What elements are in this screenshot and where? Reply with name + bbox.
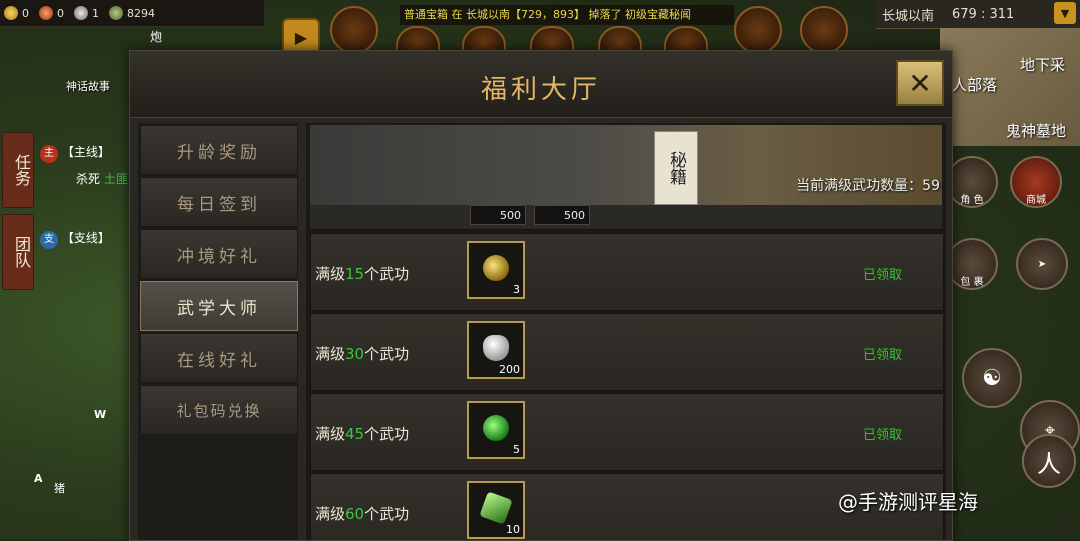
max-level-skill-count: 当前满级武功数量：59 [796, 178, 940, 194]
item-slot[interactable]: 500 [534, 205, 590, 225]
item-slot[interactable]: 500 [470, 205, 526, 225]
tab-online-gift[interactable]: 在线好礼 [140, 333, 298, 383]
martial-banner: 秘籍 当前满级武功数量：59 [310, 125, 942, 205]
item-slot[interactable]: 3 [467, 241, 525, 299]
close-button[interactable]: ✕ [896, 60, 944, 106]
meditate-icon[interactable]: ☯ [962, 348, 1022, 408]
close-icon: ✕ [908, 66, 932, 100]
tab-team[interactable]: 团队 [2, 214, 34, 290]
tab-martial-master[interactable]: 武学大师 [140, 281, 298, 331]
character-portrait-icon[interactable] [330, 6, 378, 54]
claimed-status: 已领取 [863, 268, 903, 283]
green-crystal-icon [479, 491, 513, 525]
tab-quest[interactable]: 任务 [2, 132, 34, 208]
map-marker-a: A [34, 472, 43, 485]
secret-book-scroll: 秘籍 [654, 131, 698, 205]
role-icon[interactable]: 角 色 [946, 156, 998, 208]
reward-condition: 满级30个武功 [315, 345, 410, 363]
bag-button-icon[interactable]: 包 裹 [946, 238, 998, 290]
map-coords: 679 : 311 [952, 6, 1015, 22]
welfare-hall-dialog: 福利大厅 ✕ 升龄奖励 每日签到 冲境好礼 武学大师 在线好礼 礼包码兑换 秘籍… [129, 50, 953, 541]
reward-condition: 满级15个武功 [315, 265, 410, 283]
map-name: 长城以南 [882, 8, 935, 24]
claimed-status: 已领取 [863, 428, 903, 443]
minimap[interactable]: 地下采 人部落 鬼神墓地 [940, 28, 1080, 146]
resource-silver: 1 [74, 6, 99, 20]
map-marker-w: W [94, 408, 107, 421]
tab-daily-signin[interactable]: 每日签到 [140, 177, 298, 227]
item-slot[interactable]: 10 [467, 481, 525, 539]
system-notice: 普通宝箱 在 长城以南【729，893】 掉落了 初级宝藏秘闻 [400, 5, 734, 25]
reward-condition: 满级60个武功 [315, 505, 410, 523]
tab-level-reward[interactable]: 升龄奖励 [140, 125, 298, 175]
minimap-label: 地下采 [1020, 56, 1066, 74]
reward-condition: 满级45个武功 [315, 425, 410, 443]
dialog-header: 福利大厅 ✕ [130, 51, 952, 118]
auto-walk-icon[interactable]: 人 [1022, 434, 1076, 488]
gold-ingot-event-icon[interactable] [734, 6, 782, 54]
tab-realm-gift[interactable]: 冲境好礼 [140, 229, 298, 279]
welfare-sidebar: 升龄奖励 每日签到 冲境好礼 武学大师 在线好礼 礼包码兑换 [138, 123, 298, 540]
green-orb-icon [483, 415, 509, 441]
gold-ingot-icon [4, 6, 18, 20]
main-quest-badge: 主 [40, 145, 58, 163]
direction-arrow-icon[interactable]: ➤ [1016, 238, 1068, 290]
white-vase-icon [483, 335, 509, 361]
gift-box-icon[interactable] [800, 6, 848, 54]
claimed-status: 已领取 [863, 348, 903, 363]
quest-main-detail[interactable]: 杀死 土匪 [76, 170, 128, 187]
npc-name[interactable]: 神话故事 [66, 78, 110, 94]
npc-tag: 炮 [150, 30, 163, 44]
reward-row: 满级15个武功 3 已领取 [310, 233, 944, 311]
reward-row-partial: 500 500 [310, 205, 942, 230]
resource-bag: 8294 [109, 6, 155, 20]
quest-side[interactable]: 支 【支线】 [40, 229, 110, 249]
resource-bar: 0 0 1 8294 [0, 0, 264, 27]
dialog-title: 福利大厅 [480, 75, 601, 105]
silver-coin-icon [74, 6, 88, 20]
map-marker-pig: 猪 [54, 482, 65, 495]
quest-tabs: 任务 团队 [2, 132, 34, 296]
reward-list[interactable]: 秘籍 当前满级武功数量：59 500 500 满级15个武功 3 已领取 满级3… [306, 123, 946, 540]
bag-icon [109, 6, 123, 20]
side-quest-badge: 支 [40, 231, 58, 249]
reward-row: 满级30个武功 200 已领取 [310, 313, 944, 391]
tab-gift-code[interactable]: 礼包码兑换 [140, 385, 298, 435]
shop-icon[interactable]: 商城 [1010, 156, 1062, 208]
reward-row: 满级45个武功 5 已领取 [310, 393, 944, 471]
map-dropdown-icon[interactable]: ▼ [1054, 2, 1076, 24]
item-slot[interactable]: 5 [467, 401, 525, 459]
minimap-label: 鬼神墓地 [1006, 122, 1067, 140]
quest-main[interactable]: 主 【主线】 [40, 143, 110, 163]
gold-orb-icon [483, 255, 509, 281]
watermark: @手游测评星海 [838, 490, 978, 514]
red-coin-icon [39, 6, 53, 20]
item-slot[interactable]: 200 [467, 321, 525, 379]
resource-gold: 0 [4, 6, 29, 20]
map-location-bar[interactable]: 长城以南 679 : 311 ▼ [876, 0, 1080, 29]
minimap-label: 人部落 [952, 76, 998, 94]
resource-red: 0 [39, 6, 64, 20]
